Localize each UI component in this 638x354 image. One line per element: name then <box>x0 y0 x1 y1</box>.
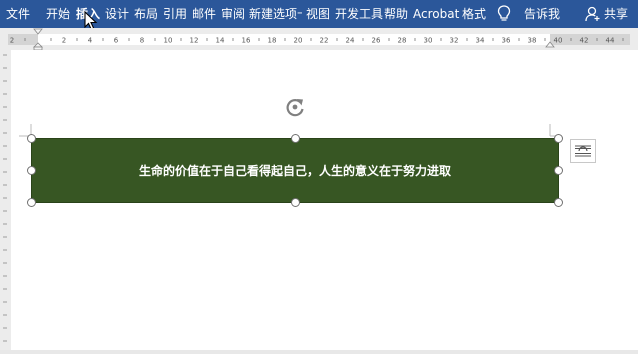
tab-mailings[interactable]: 邮件 <box>192 0 216 28</box>
ruler-label: 2 <box>10 37 14 45</box>
ruler-label: 36 <box>502 37 511 45</box>
shape-text[interactable]: 生命的价值在于自己看得起自己，人生的意义在于努力进取 <box>139 162 451 179</box>
tab-layout[interactable]: 布局 <box>134 0 158 28</box>
ruler-label: 38 <box>528 37 537 45</box>
ruler-label: 24 <box>346 37 355 45</box>
tab-view[interactable]: 视图 <box>306 0 330 28</box>
tab-new-tab[interactable]: 新建选项卡 <box>249 0 302 28</box>
ruler-label: 34 <box>476 37 485 45</box>
share-button[interactable]: 共享 <box>604 0 628 28</box>
text-box-shape[interactable]: 生命的价值在于自己看得起自己，人生的意义在于努力进取 <box>31 138 559 203</box>
resize-handle-top-right[interactable] <box>554 134 563 143</box>
tab-help[interactable]: 帮助 <box>384 0 408 28</box>
vertical-ruler[interactable] <box>0 50 11 350</box>
ruler-label: 20 <box>294 37 303 45</box>
right-indent-marker[interactable] <box>545 41 555 50</box>
rotate-handle-icon[interactable] <box>284 96 306 122</box>
tab-design[interactable]: 设计 <box>105 0 129 28</box>
ruler-label: 16 <box>242 37 251 45</box>
tell-me-search[interactable]: 告诉我 <box>524 0 560 28</box>
ruler-label: 44 <box>606 37 615 45</box>
person-icon[interactable] <box>585 6 601 25</box>
layout-options-button[interactable] <box>570 139 596 163</box>
resize-handle-bottom[interactable] <box>291 198 300 207</box>
resize-handle-right[interactable] <box>554 166 563 175</box>
ruler-label: 26 <box>372 37 381 45</box>
tab-acrobat[interactable]: Acrobat <box>413 0 459 28</box>
indent-markers[interactable] <box>33 28 43 50</box>
ruler-label: 4 <box>88 37 93 45</box>
resize-handle-left[interactable] <box>27 166 36 175</box>
ruler-label: 28 <box>398 37 407 45</box>
tab-format[interactable]: 格式 <box>462 0 486 28</box>
resize-handle-top-left[interactable] <box>27 134 36 143</box>
ruler-label: 2 <box>62 37 66 45</box>
ruler-label: 18 <box>268 37 277 45</box>
layout-options-icon <box>574 143 592 163</box>
ruler-label: 12 <box>190 37 199 45</box>
ruler-ticks: 2 2 4 6 8 10 12 14 16 18 20 22 24 26 28 30 32 34 36 38 40 42 4… <box>10 37 624 45</box>
lightbulb-icon[interactable] <box>497 5 511 26</box>
horizontal-ruler[interactable]: 2 2 4 6 8 10 12 14 16 18 20 22 24 26 28 30 32 34 36 38 40 42 4… <box>0 28 638 50</box>
ruler-label: 10 <box>164 37 173 45</box>
ruler-label: 32 <box>450 37 459 45</box>
ruler-label: 6 <box>114 37 119 45</box>
tab-file[interactable]: 文件 <box>6 0 30 28</box>
ruler-label: 14 <box>216 37 225 45</box>
vertical-ruler-ticks <box>3 54 7 342</box>
ruler-label: 8 <box>140 37 144 45</box>
tab-review[interactable]: 审阅 <box>221 0 245 28</box>
resize-handle-bottom-left[interactable] <box>27 198 36 207</box>
tab-references[interactable]: 引用 <box>163 0 187 28</box>
ruler-label: 30 <box>424 37 433 45</box>
resize-handle-top[interactable] <box>291 134 300 143</box>
tab-developer[interactable]: 开发工具 <box>335 0 383 28</box>
resize-handle-bottom-right[interactable] <box>554 198 563 207</box>
ruler-label: 42 <box>580 37 589 45</box>
ruler-label: 22 <box>320 37 329 45</box>
tab-home[interactable]: 开始 <box>46 0 70 28</box>
